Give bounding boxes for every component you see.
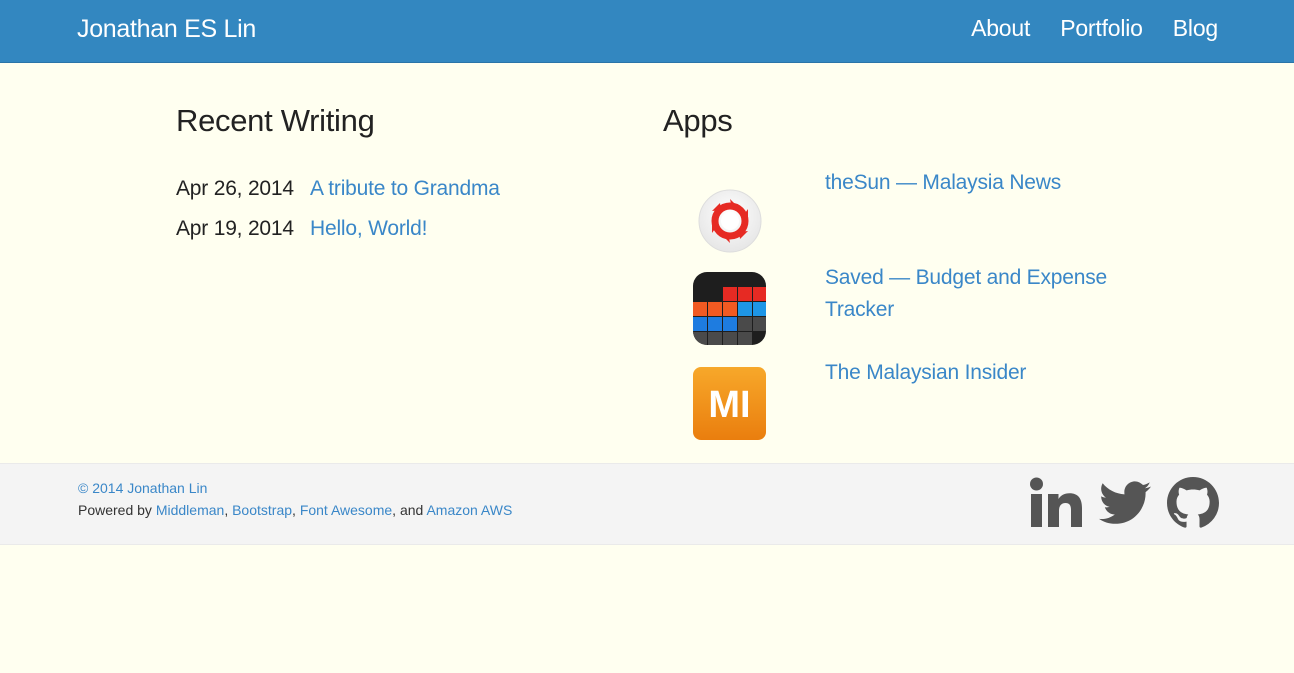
post-item: Apr 26, 2014 A tribute to Grandma <box>176 177 616 217</box>
app-item: MI The Malaysian Insider <box>663 361 1123 462</box>
thesun-icon[interactable] <box>698 189 762 253</box>
separator: , <box>292 502 300 518</box>
svg-text:MI: MI <box>708 384 750 426</box>
twitter-icon[interactable] <box>1099 481 1151 530</box>
app-link[interactable]: theSun — Malaysia News <box>825 167 1115 199</box>
post-link[interactable]: Hello, World! <box>310 217 427 241</box>
navbar: Jonathan ES Lin About Portfolio Blog <box>0 0 1294 63</box>
nav-blog-link[interactable]: Blog <box>1173 15 1218 42</box>
nav-links: About Portfolio Blog <box>941 15 1218 42</box>
recent-writing-heading: Recent Writing <box>176 103 375 138</box>
recent-writing-section: Recent Writing Apr 26, 2014 A tribute to… <box>176 103 616 257</box>
footer: © 2014 Jonathan Lin Powered by Middleman… <box>0 463 1294 545</box>
app-item: theSun — Malaysia News <box>663 171 1123 272</box>
separator: , and <box>392 502 427 518</box>
brand-link[interactable]: Jonathan ES Lin <box>77 15 256 44</box>
powered-by-text: Powered by Middleman, Bootstrap, Font Aw… <box>78 502 512 518</box>
app-link[interactable]: The Malaysian Insider <box>825 357 1115 389</box>
apps-section: Apps theSun — Malaysia News Saved — Budg… <box>663 103 1123 462</box>
separator: , <box>224 502 233 518</box>
font-awesome-link[interactable]: Font Awesome <box>300 502 392 518</box>
post-item: Apr 19, 2014 Hello, World! <box>176 217 616 257</box>
post-list: Apr 26, 2014 A tribute to Grandma Apr 19… <box>176 177 616 257</box>
nav-about-link[interactable]: About <box>971 15 1030 42</box>
powered-prefix: Powered by <box>78 502 156 518</box>
post-date: Apr 19, 2014 <box>176 217 294 240</box>
app-list: theSun — Malaysia News Saved — Budget an… <box>663 171 1123 462</box>
malaysian-insider-icon[interactable]: MI <box>693 367 766 440</box>
post-date: Apr 26, 2014 <box>176 177 294 200</box>
amazon-aws-link[interactable]: Amazon AWS <box>426 502 512 518</box>
nav-portfolio-link[interactable]: Portfolio <box>1060 15 1143 42</box>
app-item: Saved — Budget and Expense Tracker <box>663 266 1123 367</box>
social-links <box>1013 477 1219 534</box>
post-link[interactable]: A tribute to Grandma <box>310 177 500 201</box>
app-link[interactable]: Saved — Budget and Expense Tracker <box>825 262 1115 326</box>
github-icon[interactable] <box>1167 477 1219 534</box>
saved-app-icon[interactable] <box>693 272 766 345</box>
middleman-link[interactable]: Middleman <box>156 502 224 518</box>
bootstrap-link[interactable]: Bootstrap <box>232 502 292 518</box>
apps-heading: Apps <box>663 103 733 138</box>
linkedin-icon[interactable] <box>1029 477 1083 534</box>
copyright-link[interactable]: © 2014 Jonathan Lin <box>78 480 207 496</box>
main-content: Recent Writing Apr 26, 2014 A tribute to… <box>0 63 1294 463</box>
